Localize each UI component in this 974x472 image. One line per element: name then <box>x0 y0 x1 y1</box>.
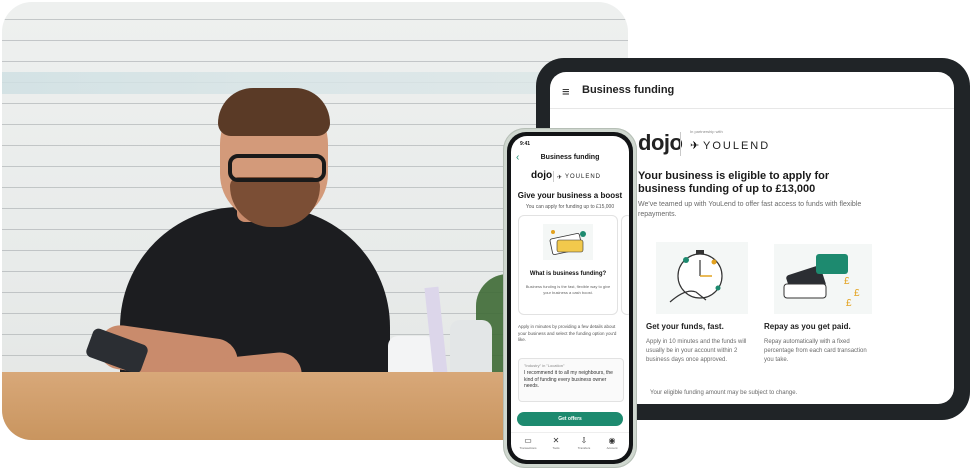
feature-title-repay: Repay as you get paid. <box>764 322 851 331</box>
card-icon: ▭ <box>524 436 532 445</box>
tile-band <box>2 72 628 94</box>
nav-item-account[interactable]: ◉ Account <box>599 436 625 450</box>
get-offers-button[interactable]: Get offers <box>517 412 623 426</box>
phone-device: 9:41 ‹ Business funding dojo ✈ YOULEND G… <box>503 128 637 468</box>
status-time: 9:41 <box>520 141 531 147</box>
account-icon: ◉ <box>608 436 616 445</box>
nav-label: Account <box>606 446 618 450</box>
disclaimer-note: Your eligible funding amount may be subj… <box>650 390 798 396</box>
bottom-nav: ▭ Transactions ✕ Tools ⇩ Transfers ◉ Acc… <box>511 432 629 457</box>
feature-desc-fast: Apply in 10 minutes and the funds will u… <box>646 339 747 363</box>
transfer-icon: ⇩ <box>580 436 588 445</box>
card-terminal-illustration: £ £ £ <box>774 244 872 314</box>
card-title: What is business funding? <box>529 271 607 277</box>
logo-divider <box>680 132 681 156</box>
money-illustration <box>543 224 593 260</box>
funding-limit-text: You can apply for funding up to £15,000 <box>525 204 615 210</box>
card-text: Business funding is the fast, flexible w… <box>525 284 611 295</box>
feature-title-fast: Get your funds, fast. <box>646 322 724 331</box>
youlend-icon: ✈ <box>690 140 700 152</box>
nav-label: Transfers <box>577 446 591 450</box>
phone-screen: 9:41 ‹ Business funding dojo ✈ YOULEND G… <box>511 136 629 460</box>
svg-text:£: £ <box>846 298 852 309</box>
tablet-header: ≡ Business funding <box>550 72 954 109</box>
boost-heading: Give your business a boost <box>517 191 623 200</box>
svg-text:£: £ <box>854 288 860 299</box>
dojo-logo: dojo <box>531 170 553 181</box>
info-card[interactable]: What is business funding? Business fundi… <box>518 215 618 315</box>
nav-item-tools[interactable]: ✕ Tools <box>543 436 569 450</box>
svg-text:£: £ <box>844 276 850 287</box>
person-hair <box>218 88 330 136</box>
glasses <box>228 154 326 182</box>
nav-item-transactions[interactable]: ▭ Transactions <box>515 436 541 450</box>
testimonial-text: I recommend it to all my neighbours, the… <box>524 370 613 389</box>
page-title: Business funding <box>582 84 675 96</box>
phone-bezel: 9:41 ‹ Business funding dojo ✈ YOULEND G… <box>507 132 633 464</box>
nav-label: Transactions <box>519 446 537 450</box>
partnership-label: In partnership with <box>690 129 723 134</box>
page-title: Business funding <box>540 154 600 161</box>
youlend-logo: YOULEND <box>565 174 602 180</box>
nav-label: Tools <box>552 446 560 450</box>
stopwatch-hand-illustration <box>656 242 748 314</box>
logo-divider <box>553 171 554 182</box>
youlend-logo: YOULEND <box>703 140 771 152</box>
next-card-peek[interactable] <box>621 215 629 315</box>
apply-text: Apply in minutes by providing a few deta… <box>518 324 617 342</box>
youlend-icon: ✈ <box>557 175 563 181</box>
nav-item-transfers[interactable]: ⇩ Transfers <box>571 436 597 450</box>
tools-icon: ✕ <box>552 436 560 445</box>
hamburger-menu-icon[interactable]: ≡ <box>562 84 570 99</box>
feature-desc-repay: Repay automatically with a fixed percent… <box>764 339 867 363</box>
testimonial: "Industry" in "Location" I recommend it … <box>518 358 624 402</box>
dojo-logo: dojo <box>638 130 683 155</box>
intro-text: We've teamed up with YouLend to offer fa… <box>638 201 862 218</box>
testimonial-source: "Industry" in "Location" <box>524 363 565 368</box>
eligibility-heading: Your business is eligible to apply for b… <box>638 170 830 195</box>
